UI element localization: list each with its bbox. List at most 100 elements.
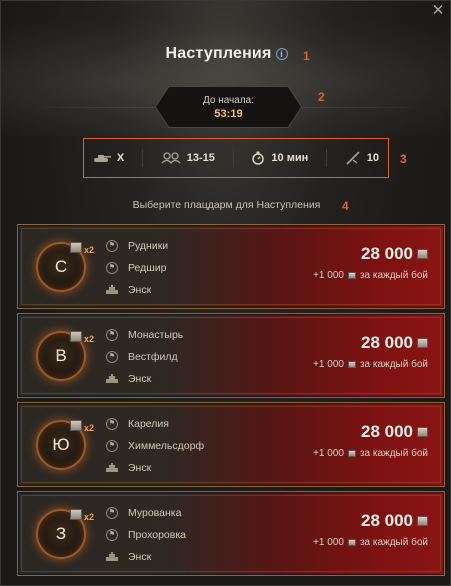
flag-icon: ⚑ (106, 529, 118, 541)
bond-icon (347, 272, 356, 279)
bond-icon (347, 450, 356, 457)
info-icon[interactable]: i (275, 48, 288, 60)
bridgehead-card-west[interactable]: В x2 ⚑ Монастырь ⚑ Вестфилд Энск 28 000 +1… (17, 313, 445, 398)
map-name: Химмельсдорф (128, 440, 205, 452)
map-name: Редшир (128, 262, 167, 274)
bond-icon (417, 249, 428, 259)
bond-icon (347, 539, 356, 546)
reward-value: 28 000 (361, 511, 413, 530)
map-list: ⚑ Карелия ⚑ Химмельсдорф Энск (106, 413, 204, 479)
reward-block: 28 000 +1 000 за каждый бой (313, 422, 428, 459)
map-item: ⚑ Мурованка (106, 502, 186, 524)
map-item: ⚑ Монастырь (106, 324, 183, 346)
tank-icon (106, 374, 118, 383)
bridgehead-card-south[interactable]: Ю x2 ⚑ Карелия ⚑ Химмельсдорф Энск 28 000 … (17, 402, 445, 487)
bridgehead-card-west-z[interactable]: З x2 ⚑ Мурованка ⚑ Прохоровка Энск 28 000 … (17, 491, 445, 576)
bonus-label: за каждый бой (359, 270, 428, 281)
param-battles-value: 10 (366, 152, 380, 164)
map-item: ⚑ Вестфилд (106, 346, 183, 368)
close-icon[interactable]: ✕ (430, 3, 446, 19)
flag-icon: ⚑ (106, 329, 118, 341)
bond-box-icon (70, 420, 82, 431)
timer-line-left (31, 107, 155, 108)
flag-icon: ⚑ (106, 351, 118, 363)
param-tier-value: X (116, 152, 125, 164)
bridgehead-card-south-c[interactable]: С x2 ⚑ Рудники ⚑ Редшир Энск 28 000 +1 000… (17, 224, 445, 309)
reward-bonus: +1 000 за каждый бой (313, 359, 428, 370)
reward-bonus: +1 000 за каждый бой (313, 448, 428, 459)
bond-icon (347, 361, 356, 368)
reward-amount: 28 000 (313, 511, 428, 531)
bonus-value: +1 000 (313, 537, 344, 548)
bonus-label: за каждый бой (359, 448, 428, 459)
multiplier-badge: x2 (84, 245, 95, 255)
reward-amount: 28 000 (313, 422, 428, 442)
reward-bonus: +1 000 за каждый бой (313, 270, 428, 281)
map-name: Карелия (128, 418, 169, 430)
annotation-marker-1: 1 (303, 49, 310, 63)
map-item: ⚑ Редшир (106, 257, 168, 279)
flag-icon: ⚑ (106, 262, 118, 274)
annotation-marker-2: 2 (318, 90, 325, 104)
map-name: Энск (128, 373, 152, 385)
tank-icon (106, 463, 118, 472)
timer-label: До начала: (202, 95, 255, 106)
bonus-label: за каждый бой (359, 537, 428, 548)
param-players-value: 13-15 (186, 152, 215, 164)
tank-tier-icon (93, 155, 111, 162)
map-item: Энск (106, 368, 183, 390)
bonus-value: +1 000 (313, 448, 344, 459)
annotation-marker-4: 4 (342, 199, 349, 213)
param-tier: X (93, 152, 124, 164)
bonus-value: +1 000 (313, 359, 344, 370)
map-item: Энск (106, 457, 204, 479)
stopwatch-icon (252, 151, 265, 165)
reward-value: 28 000 (361, 244, 413, 263)
bond-icon (417, 516, 428, 526)
map-name: Вестфилд (128, 351, 178, 363)
timer-line-right (302, 107, 422, 108)
offensive-window: ✕ Наступления i 1 До начала: 53:19 2 X 13… (0, 0, 451, 586)
players-icon (161, 152, 181, 164)
bonus-value: +1 000 (313, 270, 344, 281)
bond-box-icon (70, 331, 82, 342)
tank-icon (106, 285, 118, 294)
param-divider (141, 149, 143, 167)
reward-block: 28 000 +1 000 за каждый бой (313, 244, 428, 281)
multiplier-badge: x2 (84, 334, 95, 344)
param-divider (326, 149, 328, 167)
map-name: Энск (128, 284, 152, 296)
bond-icon (417, 338, 428, 348)
reward-value: 28 000 (361, 333, 413, 352)
timer-value: 53:19 (214, 108, 243, 120)
annotation-marker-3: 3 (400, 152, 407, 166)
choose-text: Выберите плацдарм для Наступления (132, 199, 321, 211)
bond-icon (417, 427, 428, 437)
map-name: Рудники (128, 240, 169, 252)
reward-bonus: +1 000 за каждый бой (313, 537, 428, 548)
bond-box-icon (70, 242, 82, 253)
flag-icon: ⚑ (106, 418, 118, 430)
param-time-value: 10 мин (271, 152, 309, 164)
bridgehead-list: С x2 ⚑ Рудники ⚑ Редшир Энск 28 000 +1 000… (17, 224, 445, 580)
tank-icon (106, 552, 118, 561)
map-item: ⚑ Прохоровка (106, 524, 186, 546)
map-item: ⚑ Карелия (106, 413, 204, 435)
map-name: Энск (128, 462, 152, 474)
map-item: ⚑ Рудники (106, 235, 168, 257)
map-item: Энск (106, 279, 168, 301)
map-list: ⚑ Мурованка ⚑ Прохоровка Энск (106, 502, 186, 568)
reward-amount: 28 000 (313, 244, 428, 264)
param-time: 10 мин (251, 151, 308, 165)
flag-icon: ⚑ (106, 440, 118, 452)
flag-icon: ⚑ (106, 240, 118, 252)
bonus-label: за каждый бой (359, 359, 428, 370)
map-item: Энск (106, 546, 186, 568)
reward-block: 28 000 +1 000 за каждый бой (313, 333, 428, 370)
flag-icon: ⚑ (106, 507, 118, 519)
map-item: ⚑ Химмельсдорф (106, 435, 204, 457)
page-title: Наступления (165, 45, 272, 62)
multiplier-badge: x2 (84, 512, 95, 522)
multiplier-badge: x2 (84, 423, 95, 433)
title-row: Наступления i (1, 45, 451, 63)
